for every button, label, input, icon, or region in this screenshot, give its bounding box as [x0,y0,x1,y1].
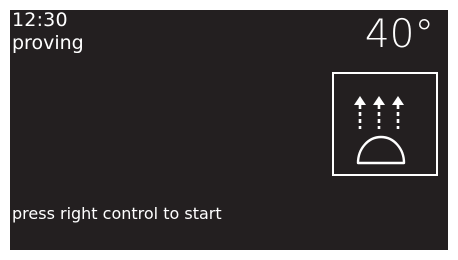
rising-heat-arrows-icon [354,96,404,129]
temperature-readout: 40° [364,12,434,57]
cooking-mode-label: proving [12,32,84,54]
dough-dome-icon [356,135,406,165]
clock-time: 12:30 [12,10,68,31]
oven-display-screen: 12:30 proving 40° press right control to… [10,10,448,250]
proving-icon [354,96,406,165]
start-prompt: press right control to start [12,204,222,223]
mode-icon-frame [332,72,438,176]
